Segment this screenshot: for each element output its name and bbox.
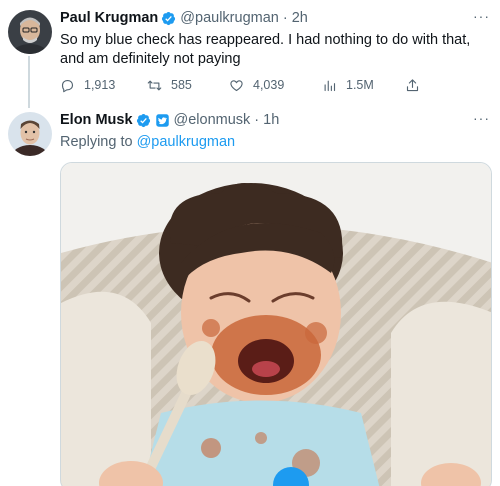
tweet-timestamp[interactable]: 2h	[292, 10, 308, 26]
reply-icon	[61, 79, 74, 92]
author-handle[interactable]: @elonmusk	[174, 112, 251, 128]
tweet-timestamp[interactable]: 1h	[263, 112, 279, 128]
analytics-icon	[324, 80, 336, 91]
views-button[interactable]: 1.5M	[322, 76, 374, 94]
like-count: 4,039	[253, 78, 285, 92]
retweet-count: 585	[171, 78, 192, 92]
share-button[interactable]	[405, 76, 429, 94]
replying-to: Replying to @paulkrugman	[60, 134, 235, 150]
reply-count: 1,913	[84, 78, 116, 92]
avatar[interactable]	[8, 112, 52, 156]
verified-badge-icon[interactable]	[136, 113, 151, 128]
author-name[interactable]: Paul Krugman	[60, 10, 158, 26]
avatar[interactable]	[8, 10, 52, 54]
tweet-actions: 1,913 585 4,039 1.5M	[60, 76, 430, 94]
separator-dot: ·	[254, 112, 260, 128]
like-button[interactable]: 4,039	[229, 76, 284, 94]
tweet-media-image[interactable]	[60, 162, 492, 486]
replying-to-prefix: Replying to	[60, 134, 137, 150]
reply-button[interactable]: 1,913	[60, 76, 115, 94]
tweet-musk[interactable]: Elon Musk @elonmusk · 1h ··· Replying to…	[0, 104, 500, 486]
retweet-button[interactable]: 585	[147, 76, 192, 94]
tweet-krugman[interactable]: Paul Krugman @paulkrugman · 2h ··· So my…	[0, 0, 500, 104]
retweet-icon	[147, 80, 162, 90]
twitter-square-icon[interactable]	[155, 113, 170, 128]
author-handle[interactable]: @paulkrugman	[180, 10, 279, 26]
more-options-icon[interactable]: ···	[473, 8, 490, 24]
replying-to-mention[interactable]: @paulkrugman	[137, 134, 236, 150]
more-options-icon[interactable]: ···	[473, 110, 490, 126]
verified-badge-icon[interactable]	[161, 11, 176, 26]
views-count: 1.5M	[346, 78, 374, 92]
separator-dot: ·	[282, 10, 288, 26]
tweet-text: So my blue check has reappeared. I had n…	[60, 32, 471, 67]
heart-icon	[230, 79, 243, 91]
author-name[interactable]: Elon Musk	[60, 112, 133, 128]
share-icon	[406, 78, 419, 91]
